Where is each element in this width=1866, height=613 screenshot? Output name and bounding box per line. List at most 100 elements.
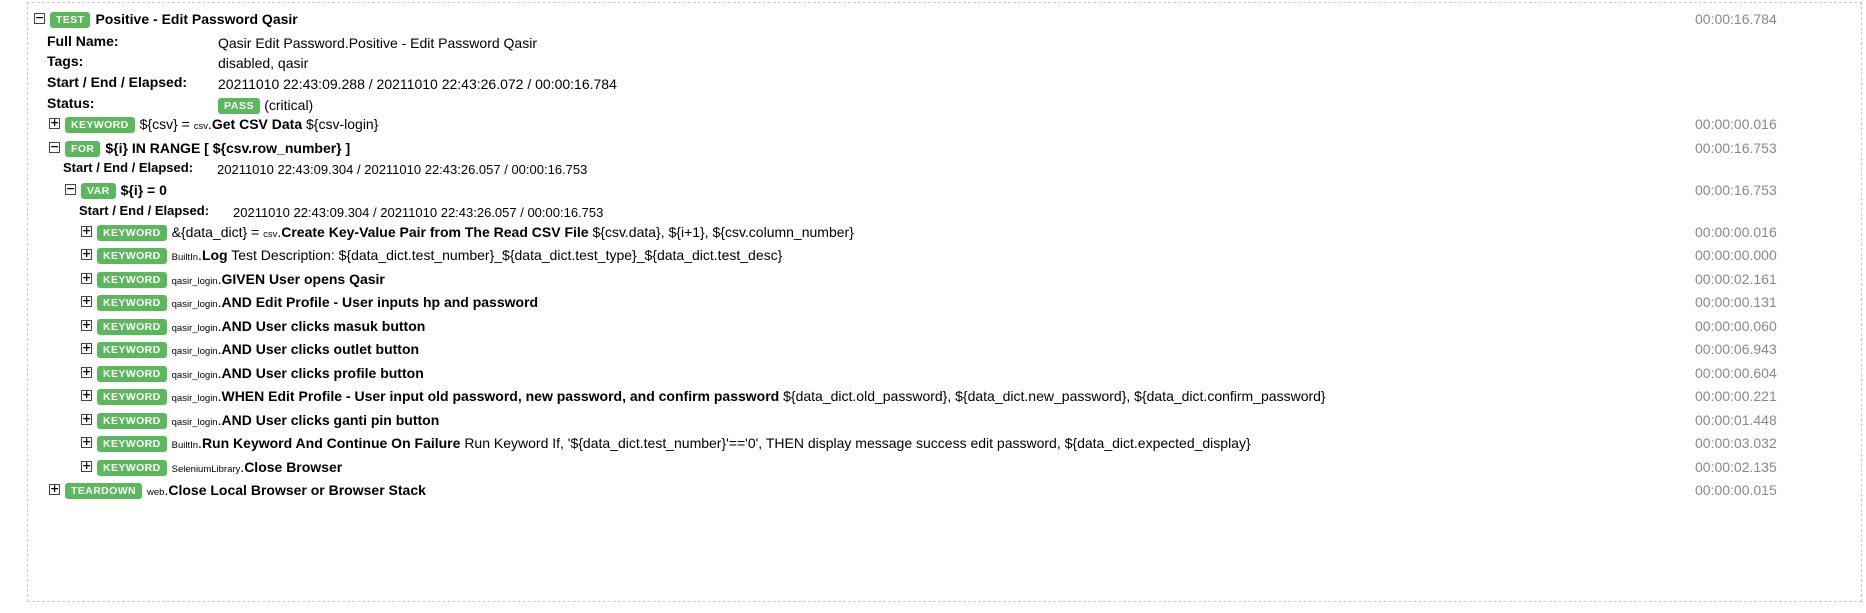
- keyword-args: ${data_dict.old_password}, ${data_dict.n…: [783, 388, 1326, 404]
- keyword-lib: BuiltIn: [171, 440, 199, 451]
- keyword-lib: qasir_login: [171, 323, 218, 334]
- keyword-badge: KEYWORD: [97, 413, 167, 429]
- keyword-badge: KEYWORD: [97, 366, 167, 382]
- keyword-assign: ${csv} =: [139, 116, 194, 132]
- keyword-name: AND User clicks outlet button: [221, 341, 420, 357]
- collapse-icon[interactable]: −: [34, 12, 45, 24]
- expand-icon[interactable]: +: [81, 436, 92, 448]
- keyword-row[interactable]: + KEYWORD ${csv} = csv.Get CSV Data ${csv…: [28, 113, 1861, 135]
- keyword-badge: KEYWORD: [97, 295, 167, 311]
- keyword-row[interactable]: + KEYWORD qasir_login.WHEN Edit Profile -…: [28, 385, 1861, 407]
- teardown-row[interactable]: + TEARDOWN web.Close Local Browser or Bro…: [28, 479, 1861, 501]
- meta-status: Status: PASS (critical): [28, 92, 1861, 114]
- keyword-row[interactable]: + KEYWORD qasir_login.AND Edit Profile - …: [28, 291, 1861, 313]
- teardown-elapsed: 00:00:00.015: [1695, 482, 1777, 498]
- var-row[interactable]: − VAR ${i} = 0 00:00:16.753: [28, 179, 1861, 201]
- for-name: ${i} IN RANGE [ ${csv.row_number} ]: [105, 140, 351, 156]
- var-name: ${i} = 0: [120, 182, 167, 198]
- expand-icon[interactable]: +: [49, 117, 60, 129]
- keyword-args: Run Keyword If, '${data_dict.test_number…: [464, 435, 1251, 451]
- keyword-row[interactable]: + KEYWORD SeleniumLibrary.Close Browser 0…: [28, 456, 1861, 478]
- keyword-lib: qasir_login: [171, 346, 218, 357]
- keyword-lib: qasir_login: [171, 393, 218, 404]
- keyword-lib: qasir_login: [171, 299, 218, 310]
- keyword-badge: KEYWORD: [97, 272, 167, 288]
- keyword-lib: BuiltIn: [171, 252, 199, 263]
- expand-icon[interactable]: +: [81, 413, 92, 425]
- keyword-badge: KEYWORD: [97, 342, 167, 358]
- for-elapsed: 00:00:16.753: [1695, 140, 1777, 156]
- expand-icon[interactable]: +: [81, 225, 92, 237]
- test-log-panel: − TEST Positive - Edit Password Qasir 00:…: [27, 2, 1862, 602]
- keyword-elapsed: 00:00:06.943: [1695, 341, 1777, 357]
- for-row[interactable]: − FOR ${i} IN RANGE [ ${csv.row_number} ]…: [28, 137, 1861, 159]
- keyword-row[interactable]: + KEYWORD qasir_login.AND User clicks out…: [28, 338, 1861, 360]
- keyword-name: Create Key-Value Pair from The Read CSV …: [281, 224, 589, 240]
- keyword-row[interactable]: + KEYWORD qasir_login.AND User clicks mas…: [28, 315, 1861, 337]
- keyword-lib: qasir_login: [171, 417, 218, 428]
- keyword-row[interactable]: + KEYWORD BuiltIn.Log Test Description: $…: [28, 244, 1861, 266]
- keyword-badge: KEYWORD: [97, 319, 167, 335]
- expand-icon[interactable]: +: [81, 342, 92, 354]
- keyword-name: GIVEN User opens Qasir: [221, 271, 385, 287]
- keyword-name: Log: [201, 247, 228, 263]
- keyword-row[interactable]: + KEYWORD &{data_dict} = csv.Create Key-V…: [28, 221, 1861, 243]
- keyword-args: Test Description: ${data_dict.test_numbe…: [231, 247, 783, 263]
- keyword-elapsed: 00:00:02.135: [1695, 459, 1777, 475]
- keyword-row[interactable]: + KEYWORD BuiltIn.Run Keyword And Continu…: [28, 432, 1861, 454]
- keyword-name: AND User clicks ganti pin button: [221, 412, 440, 428]
- test-elapsed: 00:00:16.784: [1695, 11, 1777, 27]
- keyword-lib: SeleniumLibrary: [171, 464, 241, 475]
- times-label: Start / End / Elapsed:: [47, 74, 188, 90]
- keyword-name: WHEN Edit Profile - User input old passw…: [221, 388, 780, 404]
- keyword-lib: qasir_login: [171, 276, 218, 287]
- for-times-value: 20211010 22:43:09.304 / 20211010 22:43:2…: [217, 162, 588, 177]
- status-label: Status:: [47, 95, 95, 111]
- keyword-lib: csv: [193, 121, 208, 132]
- keyword-assign: &{data_dict} =: [171, 224, 264, 240]
- collapse-icon[interactable]: −: [65, 183, 76, 195]
- keyword-badge: KEYWORD: [97, 460, 167, 476]
- keyword-elapsed: 00:00:00.060: [1695, 318, 1777, 334]
- var-meta-times: Start / End / Elapsed: 20211010 22:43:09…: [28, 200, 1861, 222]
- meta-full-name: Full Name: Qasir Edit Password.Positive …: [28, 30, 1861, 52]
- expand-icon[interactable]: +: [49, 483, 60, 495]
- expand-icon[interactable]: +: [81, 366, 92, 378]
- expand-icon[interactable]: +: [81, 460, 92, 472]
- status-badge: PASS: [218, 98, 261, 114]
- expand-icon[interactable]: +: [81, 295, 92, 307]
- expand-icon[interactable]: +: [81, 248, 92, 260]
- keyword-badge: KEYWORD: [97, 225, 167, 241]
- expand-icon[interactable]: +: [81, 389, 92, 401]
- status-note: (critical): [264, 97, 314, 113]
- test-badge: TEST: [50, 12, 91, 28]
- teardown-name: Close Local Browser or Browser Stack: [168, 482, 426, 498]
- for-meta-times: Start / End / Elapsed: 20211010 22:43:09…: [28, 157, 1861, 179]
- keyword-name: AND User clicks masuk button: [221, 318, 426, 334]
- keyword-elapsed: 00:00:00.000: [1695, 247, 1777, 263]
- test-name: Positive - Edit Password Qasir: [95, 11, 298, 27]
- meta-tags: Tags: disabled, qasir: [28, 50, 1861, 72]
- expand-icon[interactable]: +: [81, 319, 92, 331]
- meta-times: Start / End / Elapsed: 20211010 22:43:09…: [28, 71, 1861, 93]
- keyword-elapsed: 00:00:00.221: [1695, 388, 1777, 404]
- var-elapsed: 00:00:16.753: [1695, 182, 1777, 198]
- keyword-lib: qasir_login: [171, 370, 218, 381]
- keyword-elapsed: 00:00:00.016: [1695, 224, 1777, 240]
- keyword-row[interactable]: + KEYWORD qasir_login.AND User clicks pro…: [28, 362, 1861, 384]
- keyword-elapsed: 00:00:03.032: [1695, 435, 1777, 451]
- keyword-elapsed: 00:00:00.131: [1695, 294, 1777, 310]
- teardown-badge: TEARDOWN: [65, 483, 143, 499]
- keyword-args: ${csv-login}: [306, 116, 379, 132]
- keyword-row[interactable]: + KEYWORD qasir_login.GIVEN User opens Qa…: [28, 268, 1861, 290]
- keyword-elapsed: 00:00:00.016: [1695, 116, 1777, 132]
- keyword-row[interactable]: + KEYWORD qasir_login.AND User clicks gan…: [28, 409, 1861, 431]
- full-name-label: Full Name:: [47, 33, 119, 49]
- keyword-name: Get CSV Data: [211, 116, 303, 132]
- expand-icon[interactable]: +: [81, 272, 92, 284]
- collapse-icon[interactable]: −: [49, 141, 60, 153]
- keyword-name: Run Keyword And Continue On Failure: [201, 435, 461, 451]
- keyword-elapsed: 00:00:02.161: [1695, 271, 1777, 287]
- keyword-name: Close Browser: [244, 459, 343, 475]
- test-row[interactable]: − TEST Positive - Edit Password Qasir 00:…: [28, 8, 1861, 30]
